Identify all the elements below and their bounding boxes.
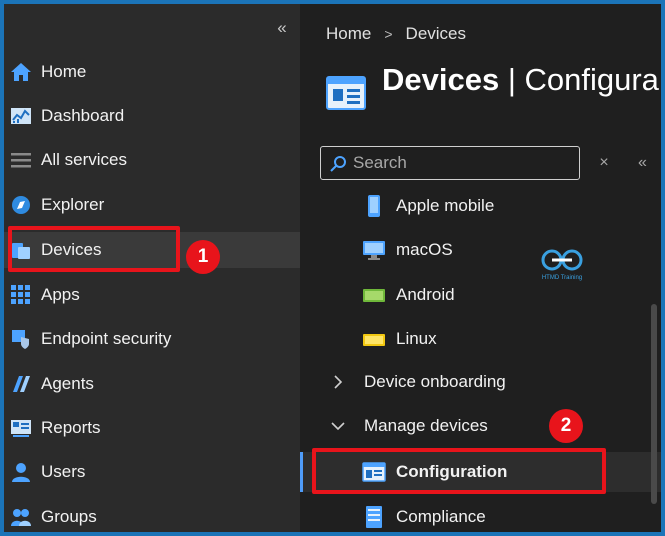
nav-item-label: Agents [41,374,94,393]
menu-group-label: Manage devices [364,416,488,435]
devices-blade: Home > Devices Devices | Configura × « A… [300,4,661,532]
nav-item-agents[interactable]: Agents [4,366,300,402]
page-title: Devices | Configura [382,62,659,98]
apple-mobile-icon [362,194,386,218]
menu-item-label: Compliance [396,507,486,526]
page-title-separator: | [499,62,525,97]
nav-item-groups[interactable]: Groups [4,499,300,532]
configuration-page-icon [326,76,366,110]
home-icon [10,61,32,83]
htmd-watermark-logo: HTMD Training [532,246,592,286]
users-icon [10,461,32,483]
menu-item-compliance[interactable]: Compliance [300,497,661,532]
agents-icon [10,373,32,395]
clear-search-icon[interactable]: × [596,155,612,171]
nav-item-label: Users [41,462,86,481]
nav-item-apps[interactable]: Apps [4,277,300,313]
search-box[interactable] [320,146,580,180]
reports-icon [10,417,32,439]
nav-item-reports[interactable]: Reports [4,410,300,446]
active-indicator [300,452,303,492]
menu-item-linux[interactable]: Linux [300,319,661,359]
apps-icon [10,284,32,306]
all-services-icon [10,149,32,171]
nav-item-users[interactable]: Users [4,454,300,490]
breadcrumb-separator-icon: > [384,26,393,42]
watermark-text: HTMD Training [541,275,583,281]
macos-icon [362,238,386,262]
page-title-sub: Configura [524,62,659,97]
nav-item-label: Dashboard [41,106,125,125]
page-title-main: Devices [382,62,500,97]
menu-item-apple-mobile[interactable]: Apple mobile [300,186,661,226]
step-badge-2: 2 [549,409,583,443]
endpoint-security-icon [10,328,32,350]
nav-collapse-button[interactable]: « [272,18,292,38]
menu-scrollbar[interactable] [651,304,657,504]
step-badge-1: 1 [186,240,220,274]
chevron-down-icon [330,418,346,434]
nav-item-label: Home [41,62,87,81]
explorer-icon [10,194,32,216]
htmd-logo-icon [541,249,583,271]
menu-group-manage-devices[interactable]: Manage devices [300,406,661,446]
breadcrumb-devices-link[interactable]: Devices [406,24,466,44]
callout-box-devices [8,226,180,272]
nav-item-home[interactable]: Home [4,54,300,90]
menu-item-label: Apple mobile [396,196,495,215]
menu-group-device-onboarding[interactable]: Device onboarding [300,362,661,402]
portal-frame: « Home Dashboard All services Explorer D… [4,4,661,532]
search-input[interactable] [353,152,573,174]
menu-item-label: Linux [396,329,437,348]
compliance-icon [362,505,386,529]
nav-item-all-services[interactable]: All services [4,142,300,178]
menu-item-label: Android [396,285,455,304]
left-nav: « Home Dashboard All services Explorer D… [4,4,300,532]
menu-item-android[interactable]: Android [300,275,661,315]
groups-icon [10,506,32,528]
menu-group-label: Device onboarding [364,372,506,391]
breadcrumb: Home > Devices [326,24,466,44]
nav-item-label: Endpoint security [41,329,172,348]
chevron-right-icon [330,374,346,390]
breadcrumb-home-link[interactable]: Home [326,24,371,44]
nav-item-explorer[interactable]: Explorer [4,187,300,223]
nav-item-endpoint-security[interactable]: Endpoint security [4,321,300,357]
collapse-menu-icon[interactable]: « [638,154,658,172]
nav-item-label: Groups [41,507,97,526]
nav-item-label: Explorer [41,195,105,214]
nav-item-label: All services [41,150,127,169]
callout-box-configuration [312,448,606,494]
menu-item-label: macOS [396,240,453,259]
dashboard-icon [10,105,32,127]
nav-item-label: Apps [41,285,80,304]
search-icon [329,155,347,173]
nav-item-dashboard[interactable]: Dashboard [4,98,300,134]
menu-item-macos[interactable]: macOS [300,230,661,270]
linux-icon [362,327,386,351]
nav-item-label: Reports [41,418,101,437]
android-icon [362,283,386,307]
